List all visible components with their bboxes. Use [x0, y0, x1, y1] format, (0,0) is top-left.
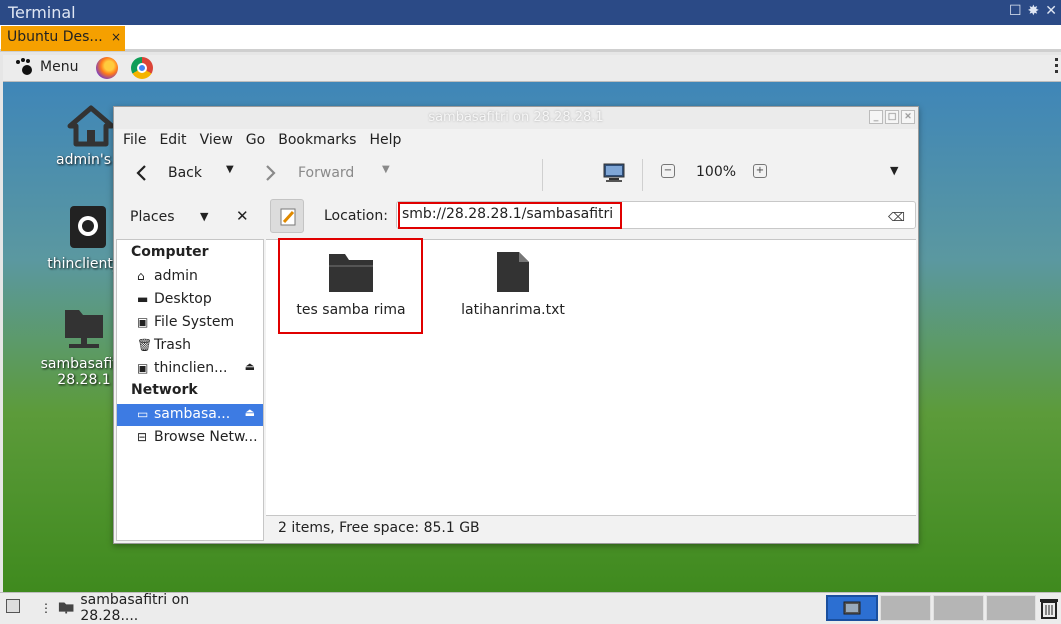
status-text: 2 items, Free space: 85.1 GB [278, 520, 480, 536]
status-bar: 2 items, Free space: 85.1 GB [266, 515, 916, 541]
edit-pencil-icon [280, 208, 296, 226]
forward-label: Forward [298, 165, 355, 181]
sidebar-item-admin[interactable]: ⌂ admin [117, 266, 263, 288]
menu-label: Menu [40, 59, 79, 75]
drive-icon: ▣ [137, 315, 149, 329]
task-label: sambasafitri on 28.28.... [80, 592, 190, 624]
close-button[interactable]: ✕ [901, 110, 915, 124]
trash-icon: 🗑 [137, 338, 153, 352]
trash-icon[interactable] [1040, 597, 1058, 623]
window-thumbnail-icon [843, 601, 861, 615]
toolbar-overflow-dropdown[interactable]: ▼ [890, 164, 898, 177]
folder-icon: ▬ [137, 292, 149, 306]
places-label: Places [130, 209, 175, 225]
menu-view[interactable]: View [200, 129, 239, 153]
sidebar-item-file-system[interactable]: ▣ File System [117, 312, 263, 334]
workspace-4[interactable] [986, 595, 1036, 621]
sidebar-header-network: Network [131, 382, 198, 398]
minimize-button[interactable]: _ [869, 110, 883, 124]
menu-bar: File Edit View Go Bookmarks Help [114, 129, 918, 153]
sidebar-item-sambasafitri[interactable]: ▭ sambasa... ⏏ [117, 404, 263, 426]
menu-file[interactable]: File [123, 129, 152, 153]
computer-icon[interactable] [603, 162, 625, 184]
file-manager-window: sambasafitri on 28.28.28.1 _ □ ✕ File Ed… [113, 106, 919, 544]
highlight-box-folder [278, 238, 423, 334]
network-folder-icon [65, 310, 103, 348]
tab-bar: Ubuntu Des... × [0, 25, 1061, 52]
back-arrow-icon [136, 165, 146, 181]
terminal-title-bar: Terminal ☐ ✸ ✕ [0, 0, 1061, 25]
eject-icon[interactable]: ⏏ [245, 360, 255, 373]
window-title: sambasafitri on 28.28.28.1 [428, 110, 604, 125]
home-icon: ⌂ [137, 269, 145, 283]
bottom-panel: ⋮ sambasafitri on 28.28.... [0, 592, 1061, 624]
back-label: Back [168, 165, 202, 181]
zoom-in-button[interactable]: + [753, 164, 767, 178]
maximize-button[interactable]: □ [885, 110, 899, 124]
firefox-icon[interactable] [96, 57, 118, 79]
network-share-icon: ▭ [137, 407, 149, 421]
sidebar-item-trash[interactable]: 🗑 Trash [117, 335, 263, 357]
drag-handle-icon: ⋮ [40, 601, 52, 615]
places-dropdown-icon[interactable]: ▼ [200, 210, 208, 223]
chrome-icon[interactable] [131, 57, 153, 79]
drive-icon: ▣ [137, 361, 149, 375]
text-file-icon [497, 252, 529, 292]
menu-help[interactable]: Help [369, 129, 407, 153]
menu-go[interactable]: Go [246, 129, 271, 153]
file-view: tes samba rima latihanrima.txt [266, 238, 916, 515]
sidebar-item-browse-network[interactable]: ⊟ Browse Netw... [117, 427, 263, 449]
workspace-3[interactable] [933, 595, 984, 621]
menu-button[interactable]: Menu [16, 58, 78, 76]
menu-edit[interactable]: Edit [159, 129, 192, 153]
network-folder-icon [58, 602, 74, 614]
taskbar-item-file-manager[interactable]: ⋮ sambasafitri on 28.28.... [36, 592, 236, 624]
toolbar: Back ▼ Forward ▼ − 100% + ▼ [114, 153, 918, 197]
home-icon [67, 105, 115, 147]
tab-label: Ubuntu Des... [7, 29, 103, 45]
clear-location-icon[interactable]: ⌫ [888, 210, 905, 224]
drive-icon [70, 206, 106, 248]
gnome-foot-icon [16, 58, 34, 76]
file-name: latihanrima.txt [461, 302, 565, 318]
eject-icon[interactable]: ⏏ [245, 406, 255, 419]
highlight-box-location [398, 202, 622, 229]
terminal-title: Terminal [8, 3, 76, 22]
sidebar-item-desktop[interactable]: ▬ Desktop [117, 289, 263, 311]
sidebar-header-computer: Computer [131, 244, 209, 260]
file-item-text[interactable]: latihanrima.txt [448, 248, 578, 318]
panel-handle-icon[interactable] [1055, 58, 1059, 76]
tab-ubuntu-desktop[interactable]: Ubuntu Des... × [1, 26, 125, 51]
edit-location-button[interactable] [270, 199, 304, 233]
places-header: Places ▼ ✕ [114, 197, 264, 239]
menu-bookmarks[interactable]: Bookmarks [278, 129, 362, 153]
forward-button[interactable]: Forward [264, 164, 354, 182]
window-title-bar[interactable]: sambasafitri on 28.28.28.1 _ □ ✕ [114, 107, 918, 129]
zoom-level: 100% [696, 164, 737, 180]
top-panel: Menu [3, 55, 1061, 82]
workspace-2[interactable] [880, 595, 931, 621]
back-button[interactable]: Back [134, 164, 202, 182]
forward-history-dropdown[interactable]: ▼ [382, 164, 390, 175]
places-sidebar: Computer ⌂ admin ▬ Desktop ▣ File System 🗑 T… [116, 239, 264, 541]
location-bar: Location: smb://28.28.28.1/sambasafitri … [268, 197, 918, 239]
terminal-controls: ☐ ✸ ✕ [1009, 3, 1057, 19]
location-label: Location: [324, 208, 388, 224]
workspace-1[interactable] [826, 595, 878, 621]
tab-close-icon[interactable]: × [111, 30, 121, 44]
settings-icon[interactable]: ✸ [1028, 3, 1040, 19]
sidebar-item-thinclient[interactable]: ▣ thinclien... ⏏ [117, 358, 263, 380]
back-history-dropdown[interactable]: ▼ [226, 164, 234, 175]
places-close-icon[interactable]: ✕ [236, 207, 249, 225]
restore-icon[interactable]: ☐ [1009, 3, 1022, 19]
network-icon: ⊟ [137, 430, 148, 444]
zoom-out-button[interactable]: − [661, 164, 675, 178]
forward-arrow-icon [266, 165, 276, 181]
close-icon[interactable]: ✕ [1045, 3, 1057, 19]
show-desktop-icon[interactable] [6, 599, 20, 613]
